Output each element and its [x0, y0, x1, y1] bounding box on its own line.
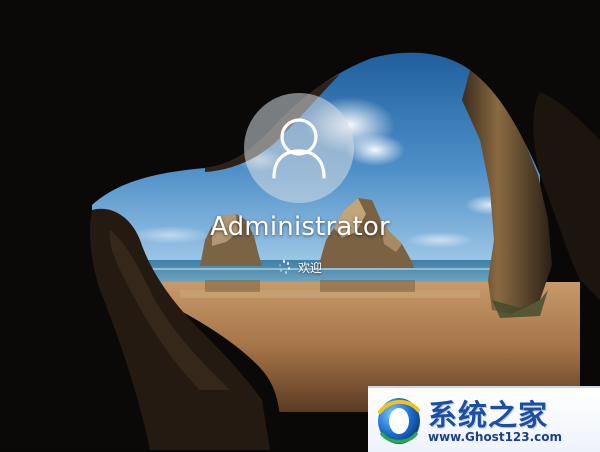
user-silhouette-icon — [272, 118, 326, 179]
ghost-logo-icon — [378, 398, 420, 444]
watermark-url: www.Ghost123.com — [428, 430, 563, 444]
login-status: 欢迎 — [0, 258, 600, 276]
welcome-text: 欢迎 — [297, 260, 322, 275]
user-avatar[interactable] — [244, 93, 354, 203]
loading-dots-icon — [278, 260, 292, 274]
watermark-title: 系统之家 — [428, 398, 549, 432]
login-panel: Administrator 欢迎 — [0, 0, 600, 450]
site-watermark: 系统之家 www.Ghost123.com — [368, 386, 600, 452]
username-label: Administrator — [210, 212, 390, 242]
